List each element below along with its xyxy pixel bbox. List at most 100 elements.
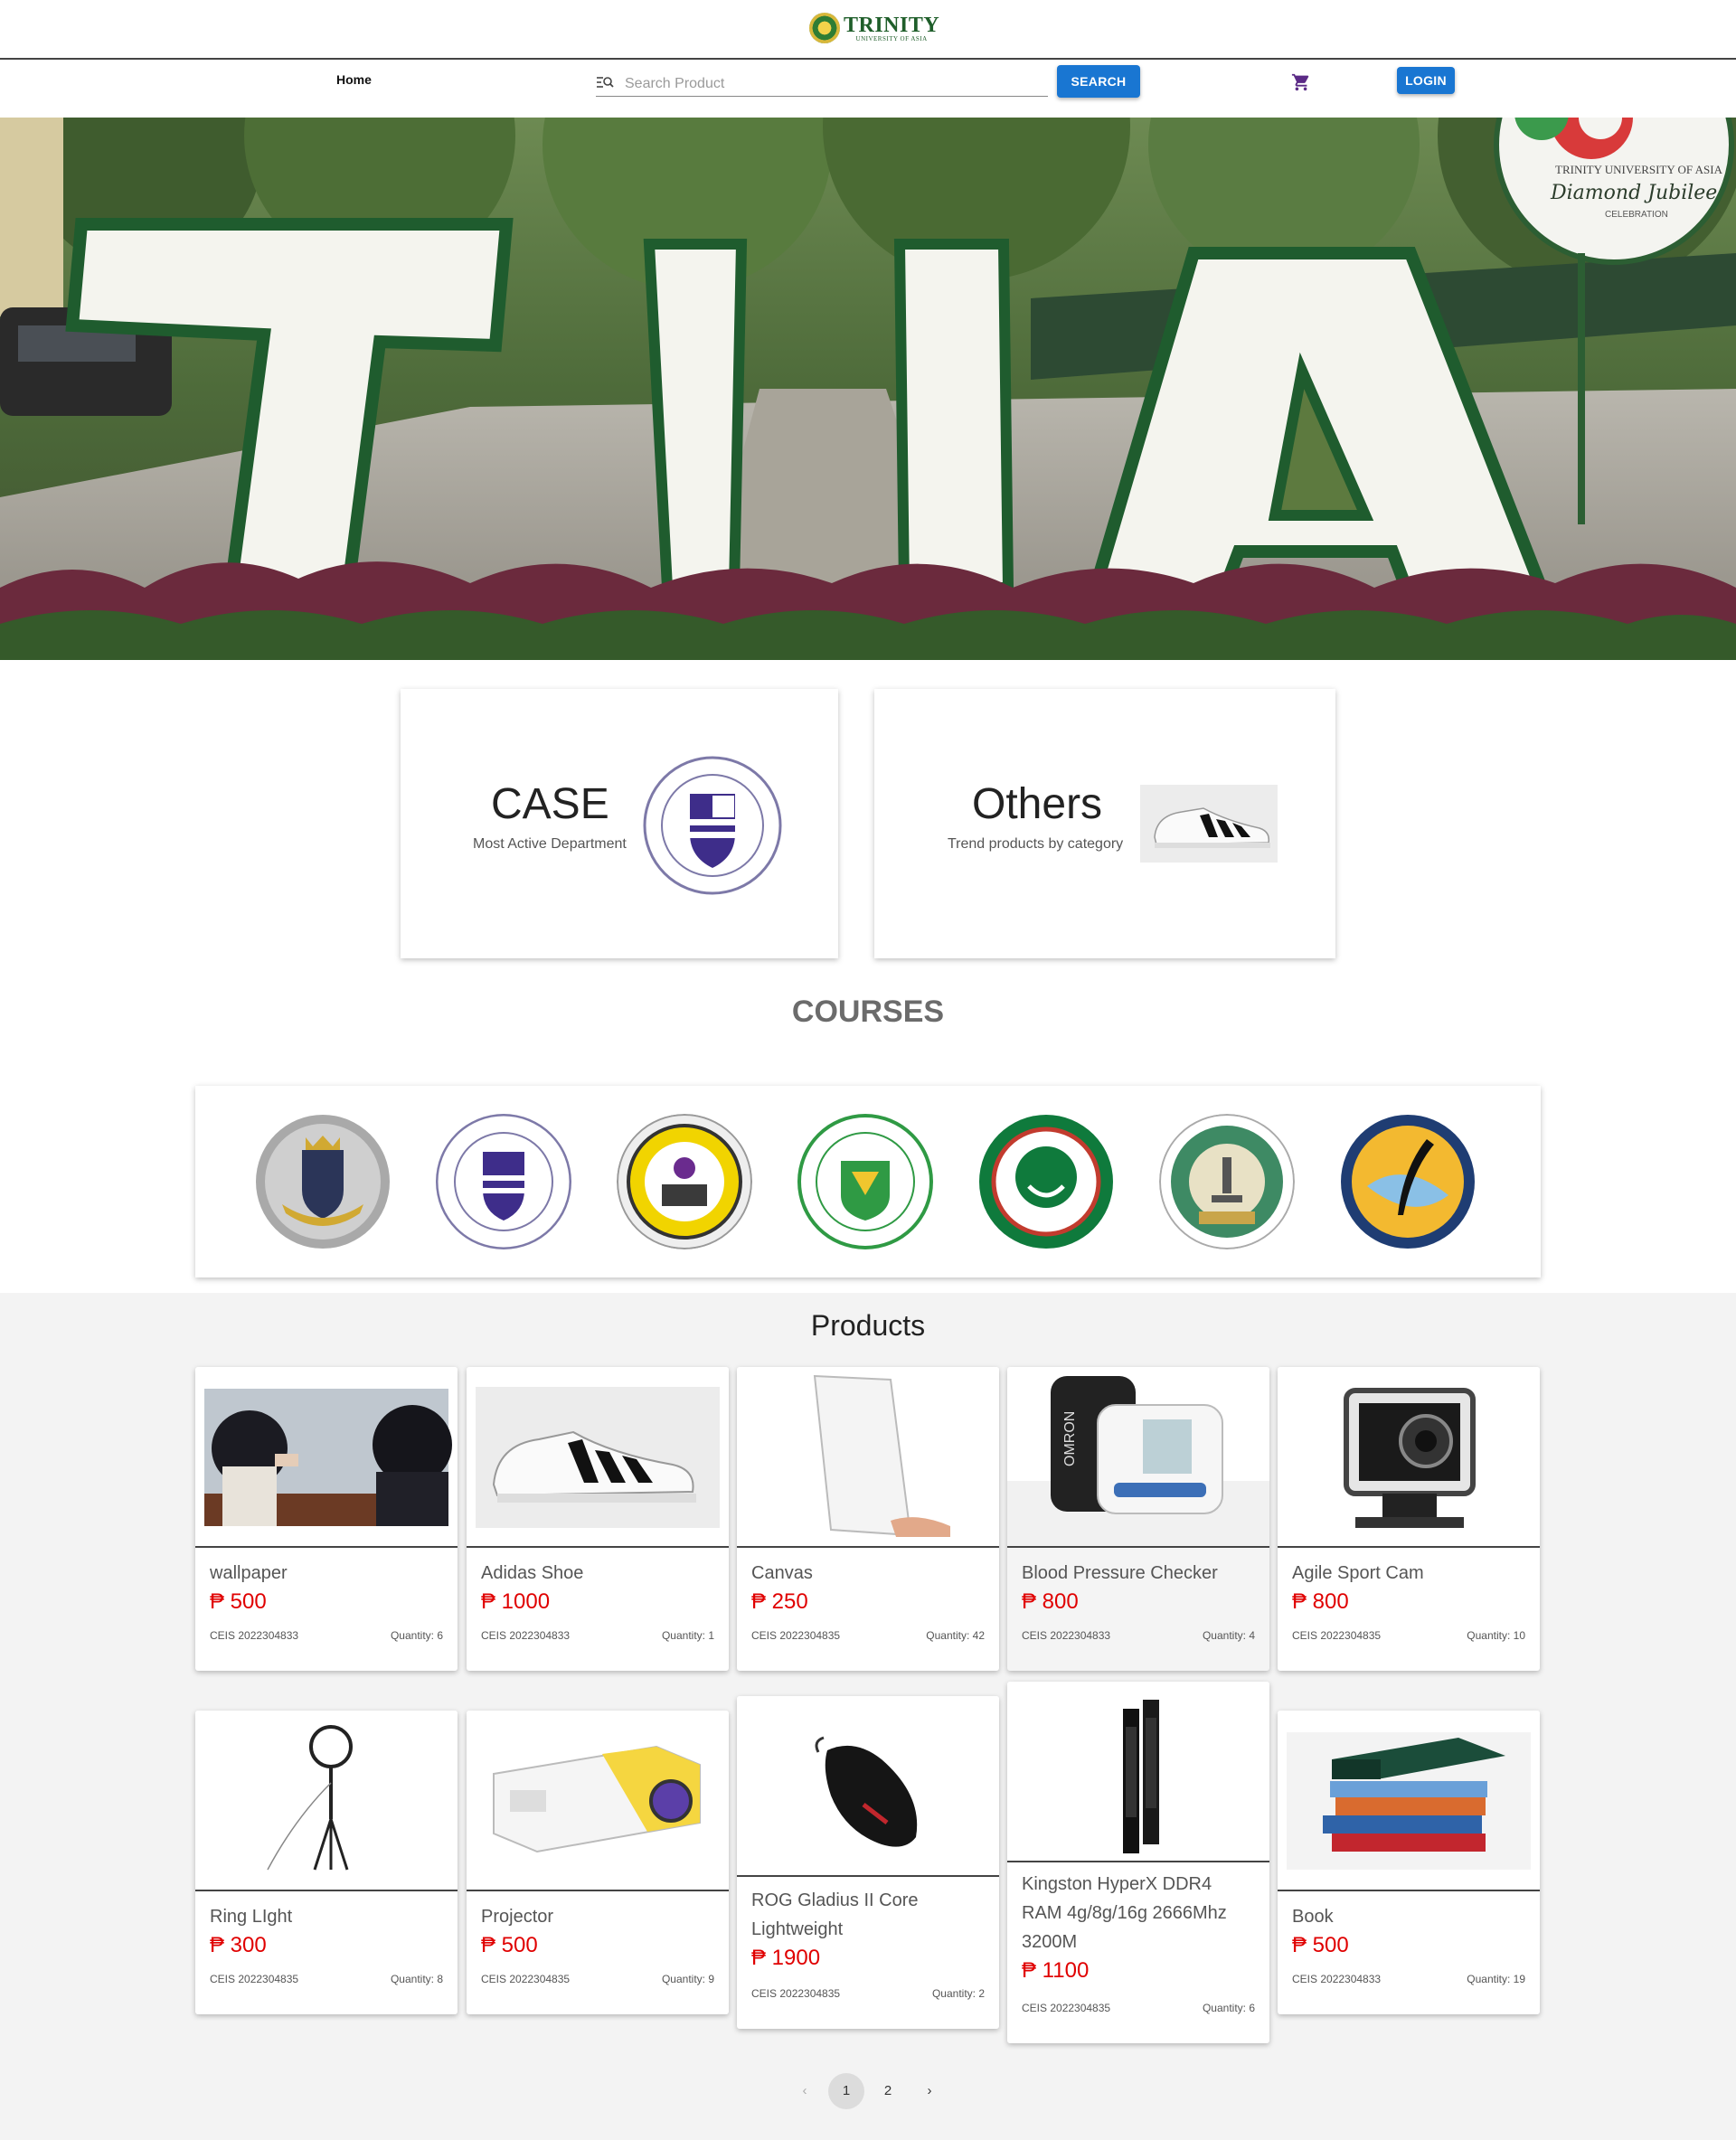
product-image	[195, 1711, 458, 1891]
product-name: ROG Gladius II Core Lightweight	[751, 1890, 919, 1939]
product-price: ₱ 250	[751, 1589, 808, 1614]
product-card[interactable]: OMRON Blood Pressure Checker ₱ 800 CEIS …	[1007, 1367, 1269, 1671]
engineering-seal-icon[interactable]	[797, 1114, 933, 1249]
login-button[interactable]: LOGIN	[1397, 67, 1455, 94]
product-name: Adidas Shoe	[481, 1563, 584, 1583]
product-image	[195, 1367, 458, 1548]
product-quantity: Quantity: 42	[926, 1629, 985, 1642]
product-image	[737, 1367, 999, 1548]
jubilee-line3: CELEBRATION	[1605, 210, 1668, 220]
projector-image	[493, 1745, 701, 1853]
product-card[interactable]: Agile Sport Cam ₱ 800 CEIS 2022304835 Qu…	[1278, 1367, 1540, 1671]
product-card[interactable]: Ring LIght ₱ 300 CEIS 2022304835 Quantit…	[195, 1711, 458, 2014]
journalism-quill-seal-icon[interactable]	[1340, 1114, 1476, 1249]
top-header: TRINITY UNIVERSITY OF ASIA	[0, 0, 1736, 60]
list-search-icon	[597, 77, 614, 88]
product-quantity: Quantity: 6	[1202, 2002, 1255, 2014]
product-card[interactable]: Adidas Shoe ₱ 1000 CEIS 2022304833 Quant…	[467, 1367, 729, 1671]
university-seal-icon	[809, 13, 840, 43]
search-button[interactable]: SEARCH	[1057, 65, 1140, 98]
search-input[interactable]	[623, 72, 1043, 96]
others-subtitle: Trend products by category	[948, 836, 1124, 852]
product-image	[737, 1696, 999, 1877]
shopping-cart-icon[interactable]	[1291, 72, 1311, 92]
action-camera-image	[1344, 1388, 1476, 1528]
product-name: Ring LIght	[210, 1907, 293, 1927]
product-name: Blood Pressure Checker	[1022, 1563, 1218, 1583]
product-card[interactable]: Canvas ₱ 250 CEIS 2022304835 Quantity: 4…	[737, 1367, 999, 1671]
ring-light-image	[267, 1725, 353, 1871]
product-code: CEIS 2022304835	[210, 1973, 299, 1985]
product-price: ₱ 800	[1292, 1589, 1349, 1614]
hospitality-tourism-seal-icon[interactable]	[978, 1114, 1114, 1249]
prev-page-button[interactable]: ‹	[787, 2073, 823, 2109]
medical-technology-seal-icon[interactable]	[1159, 1114, 1295, 1249]
nav-home-link[interactable]: Home	[336, 72, 372, 87]
product-price: ₱ 1000	[481, 1589, 551, 1614]
others-title: Others	[972, 780, 1103, 828]
courses-heading: COURSES	[791, 995, 945, 1029]
hero-banner: TRINITY UNIVERSITY OF ASIA Diamond Jubil…	[0, 118, 1736, 660]
book-stack-image	[1287, 1732, 1531, 1870]
pagination: ‹ 1 2 ›	[787, 2073, 948, 2109]
product-code: CEIS 2022304833	[1292, 1973, 1382, 1985]
product-code: CEIS 2022304835	[1022, 2002, 1111, 2014]
product-price: ₱ 1900	[751, 1946, 821, 1970]
case-department-seal-icon	[643, 756, 782, 895]
product-code: CEIS 2022304833	[1022, 1629, 1111, 1642]
product-code: CEIS 2022304835	[1292, 1629, 1382, 1642]
product-price: ₱ 300	[210, 1933, 267, 1957]
products-heading: Products	[810, 1309, 926, 1342]
product-card[interactable]: ROG Gladius II Core Lightweight ₱ 1900 C…	[737, 1696, 999, 2029]
arts-sciences-seal-icon[interactable]	[436, 1114, 571, 1249]
allied-health-seal-icon[interactable]	[255, 1114, 391, 1249]
product-image	[467, 1711, 729, 1891]
product-price: ₱ 500	[1292, 1933, 1349, 1957]
product-price: ₱ 800	[1022, 1589, 1079, 1614]
feature-card-others[interactable]: Others Trend products by category	[874, 689, 1335, 958]
product-quantity: Quantity: 4	[1202, 1629, 1255, 1642]
next-page-button[interactable]: ›	[911, 2073, 948, 2109]
product-name: Projector	[481, 1907, 554, 1927]
case-subtitle: Most Active Department	[473, 836, 627, 852]
site-logo[interactable]: TRINITY UNIVERSITY OF ASIA	[809, 13, 939, 43]
product-name: Kingston HyperX DDR4 RAM 4g/8g/16g 2666M…	[1022, 1874, 1227, 1952]
business-management-seal-icon[interactable]	[617, 1114, 752, 1249]
product-name: Agile Sport Cam	[1292, 1563, 1424, 1583]
courses-carousel	[195, 1086, 1541, 1277]
product-code: CEIS 2022304833	[481, 1629, 571, 1642]
campus-sign-photo: TRINITY UNIVERSITY OF ASIA Diamond Jubil…	[0, 118, 1736, 660]
logo-subtitle: UNIVERSITY OF ASIA	[855, 34, 928, 42]
product-name: wallpaper	[210, 1563, 288, 1583]
adidas-shoe-image	[476, 1387, 720, 1528]
product-quantity: Quantity: 10	[1467, 1629, 1525, 1642]
product-price: ₱ 500	[481, 1933, 538, 1957]
svg-text:OMRON: OMRON	[1062, 1411, 1078, 1466]
blood-pressure-monitor-image: OMRON	[1007, 1376, 1269, 1546]
feature-card-case[interactable]: CASE Most Active Department	[401, 689, 838, 958]
gaming-mouse-image	[815, 1736, 918, 1847]
product-card[interactable]: Book ₱ 500 CEIS 2022304833 Quantity: 19	[1278, 1711, 1540, 2014]
product-quantity: Quantity: 19	[1467, 1973, 1525, 1985]
product-name: Book	[1292, 1907, 1334, 1927]
product-price: ₱ 1100	[1022, 1958, 1090, 1983]
product-price: ₱ 500	[210, 1589, 267, 1614]
product-image	[1007, 1682, 1269, 1862]
product-quantity: Quantity: 8	[390, 1973, 443, 1985]
product-quantity: Quantity: 1	[661, 1629, 714, 1642]
product-card[interactable]: wallpaper ₱ 500 CEIS 2022304833 Quantity…	[195, 1367, 458, 1671]
product-code: CEIS 2022304833	[210, 1629, 299, 1642]
product-card[interactable]: Projector ₱ 500 CEIS 2022304835 Quantity…	[467, 1711, 729, 2014]
product-quantity: Quantity: 6	[390, 1629, 443, 1642]
product-image	[1278, 1367, 1540, 1548]
product-code: CEIS 2022304835	[751, 1629, 841, 1642]
page-1-button[interactable]: 1	[828, 2073, 864, 2109]
page-2-button[interactable]: 2	[870, 2073, 906, 2109]
product-image	[1278, 1711, 1540, 1891]
case-title: CASE	[491, 780, 609, 828]
jubilee-line1: TRINITY UNIVERSITY OF ASIA	[1555, 163, 1723, 176]
ram-stick-image	[1123, 1700, 1159, 1853]
product-code: CEIS 2022304835	[751, 1987, 841, 2000]
product-quantity: Quantity: 2	[931, 1987, 985, 2000]
product-card[interactable]: Kingston HyperX DDR4 RAM 4g/8g/16g 2666M…	[1007, 1682, 1269, 2043]
